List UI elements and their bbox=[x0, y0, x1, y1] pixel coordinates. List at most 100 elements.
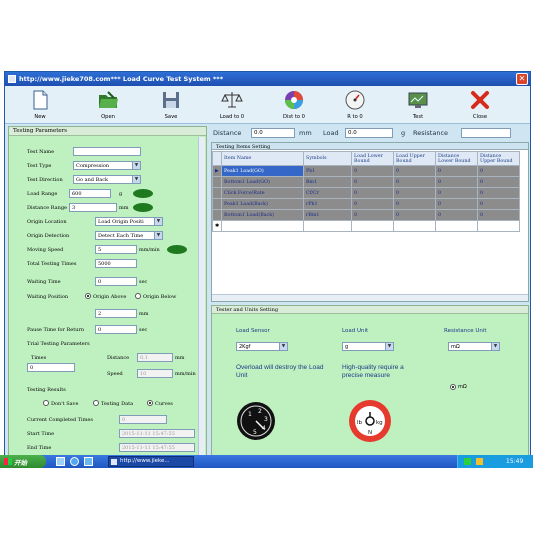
table-cell[interactable]: 0 bbox=[351, 176, 395, 188]
quick-launch-media-icon[interactable] bbox=[84, 457, 93, 466]
table-cell[interactable]: Pk1 bbox=[303, 165, 353, 177]
taskbar-window-button[interactable]: http://www.jieke... bbox=[108, 456, 194, 467]
table-cell[interactable]: 0 bbox=[393, 198, 437, 210]
table-cell[interactable]: 0 bbox=[477, 176, 521, 188]
trial-speed-input[interactable]: 10 bbox=[137, 369, 173, 378]
quick-launch-desktop-icon[interactable] bbox=[56, 457, 65, 466]
load-sensor-select[interactable]: 2Kgf ▼ bbox=[236, 342, 288, 351]
table-row[interactable]: ▶ Peak1 Load(GO) Pk1 0 0 0 0 bbox=[211, 165, 521, 177]
table-row[interactable]: Click Force/Rate Cf/Cr 0 0 0 0 bbox=[211, 187, 521, 199]
column-header[interactable]: Load Upper Bound bbox=[393, 151, 437, 166]
column-header[interactable]: Symbols bbox=[303, 151, 353, 166]
resistance-unit-select[interactable]: mΩ ▼ bbox=[448, 342, 500, 351]
distance-range-input[interactable]: 3 bbox=[69, 203, 117, 212]
origin-location-select[interactable]: Load Origin Positi ▼ bbox=[95, 217, 163, 226]
table-cell[interactable]: Bm1 bbox=[303, 176, 353, 188]
total-testing-times-input[interactable]: 5000 bbox=[95, 259, 137, 268]
row-header[interactable] bbox=[211, 209, 223, 221]
row-header[interactable] bbox=[211, 198, 223, 210]
table-cell[interactable]: Bottom1 Load(GO) bbox=[221, 176, 305, 188]
table-cell[interactable]: 0 bbox=[351, 209, 395, 221]
moving-speed-label: Moving Speed bbox=[27, 247, 64, 253]
table-row[interactable]: Bottom1 Load(Back) rBm1 0 0 0 0 bbox=[211, 209, 521, 221]
resistance-readout-label: Resistance bbox=[413, 129, 449, 137]
moving-speed-input[interactable]: 5 bbox=[95, 245, 137, 254]
table-cell[interactable]: 0 bbox=[393, 187, 437, 199]
table-cell[interactable]: 0 bbox=[477, 187, 521, 199]
trial-distance-label: Distance bbox=[107, 355, 130, 361]
table-cell[interactable]: 0 bbox=[351, 198, 395, 210]
start-button[interactable]: 开始 bbox=[0, 455, 46, 468]
table-cell[interactable]: 0 bbox=[435, 209, 479, 221]
load-unit-select[interactable]: g ▼ bbox=[342, 342, 394, 351]
origin-above-radio[interactable] bbox=[85, 293, 91, 299]
curves-radio[interactable] bbox=[147, 400, 153, 406]
table-cell[interactable]: 0 bbox=[351, 187, 395, 199]
dont-save-radio[interactable] bbox=[43, 400, 49, 406]
table-cell[interactable]: rBm1 bbox=[303, 209, 353, 221]
grid-horizontal-scrollbar[interactable] bbox=[212, 294, 528, 301]
load-readout-value: 0.0 bbox=[345, 128, 393, 138]
trial-distance-input[interactable]: 0.1 bbox=[137, 353, 173, 362]
table-cell[interactable]: 0 bbox=[435, 187, 479, 199]
column-header[interactable]: Distance Upper Bound bbox=[477, 151, 521, 166]
table-cell[interactable]: 0 bbox=[477, 209, 521, 221]
load-range-input[interactable]: 600 bbox=[69, 189, 111, 198]
table-cell[interactable] bbox=[303, 220, 353, 232]
table-cell[interactable] bbox=[221, 220, 305, 232]
table-cell[interactable] bbox=[351, 220, 395, 232]
quick-launch-browser-icon[interactable] bbox=[70, 457, 79, 466]
tray-volume-icon[interactable] bbox=[476, 458, 483, 465]
origin-below-radio[interactable] bbox=[135, 293, 141, 299]
table-cell[interactable]: 0 bbox=[435, 176, 479, 188]
r-to-zero-button[interactable]: R to 0 bbox=[330, 88, 380, 122]
testing-data-radio[interactable] bbox=[93, 400, 99, 406]
save-button[interactable]: Save bbox=[146, 88, 196, 122]
open-button[interactable]: Open bbox=[83, 88, 133, 122]
dist-to-zero-button[interactable]: Dist to 0 bbox=[269, 88, 319, 122]
main-window: http://www.jieke708.com*** Load Curve Te… bbox=[4, 71, 531, 468]
column-header[interactable]: Item Name bbox=[221, 151, 305, 166]
table-cell[interactable]: rPk1 bbox=[303, 198, 353, 210]
tray-network-icon[interactable] bbox=[464, 458, 471, 465]
test-button[interactable]: Test bbox=[393, 88, 443, 122]
row-header[interactable] bbox=[211, 187, 223, 199]
column-header[interactable]: Distance Lower Bound bbox=[435, 151, 479, 166]
table-cell[interactable]: 0 bbox=[351, 165, 395, 177]
pause-time-input[interactable]: 0 bbox=[95, 325, 137, 334]
table-cell[interactable]: 0 bbox=[393, 176, 437, 188]
table-cell[interactable]: Cf/Cr bbox=[303, 187, 353, 199]
test-type-select[interactable]: Compression ▼ bbox=[73, 161, 141, 170]
table-cell[interactable]: Peak1 Load(GO) bbox=[221, 165, 305, 177]
waiting-position-input[interactable]: 2 bbox=[95, 309, 137, 318]
new-button[interactable]: New bbox=[15, 88, 65, 122]
load-to-zero-button[interactable]: Load to 0 bbox=[207, 88, 257, 122]
table-cell[interactable]: 0 bbox=[477, 198, 521, 210]
row-header[interactable] bbox=[211, 176, 223, 188]
table-cell[interactable]: Click Force/Rate bbox=[221, 187, 305, 199]
left-panel-scrollbar[interactable] bbox=[198, 137, 205, 465]
table-cell[interactable]: 0 bbox=[393, 165, 437, 177]
table-cell[interactable]: Peak1 Load(Back) bbox=[221, 198, 305, 210]
window-close-button[interactable]: ✕ bbox=[516, 73, 528, 85]
new-table-row[interactable]: ✱ bbox=[211, 220, 521, 232]
column-header[interactable]: Load Lower Bound bbox=[351, 151, 395, 166]
origin-detection-select[interactable]: Detect Each Time ▼ bbox=[95, 231, 163, 240]
test-direction-select[interactable]: Go and Back ▼ bbox=[73, 175, 141, 184]
table-cell[interactable] bbox=[477, 220, 521, 232]
table-row[interactable]: Bottom1 Load(GO) Bm1 0 0 0 0 bbox=[211, 176, 521, 188]
table-cell[interactable] bbox=[393, 220, 437, 232]
table-row[interactable]: Peak1 Load(Back) rPk1 0 0 0 0 bbox=[211, 198, 521, 210]
test-name-input[interactable] bbox=[73, 147, 141, 156]
load-readout-label: Load bbox=[323, 129, 339, 137]
trial-times-input[interactable]: 0 bbox=[27, 363, 75, 372]
waiting-time-input[interactable]: 0 bbox=[95, 277, 137, 286]
milliohm-radio[interactable] bbox=[450, 384, 456, 390]
table-cell[interactable]: 0 bbox=[435, 165, 479, 177]
table-cell[interactable]: 0 bbox=[393, 209, 437, 221]
table-cell[interactable]: 0 bbox=[435, 198, 479, 210]
table-cell[interactable]: 0 bbox=[477, 165, 521, 177]
table-cell[interactable] bbox=[435, 220, 479, 232]
table-cell[interactable]: Bottom1 Load(Back) bbox=[221, 209, 305, 221]
close-button[interactable]: Close bbox=[455, 88, 505, 122]
